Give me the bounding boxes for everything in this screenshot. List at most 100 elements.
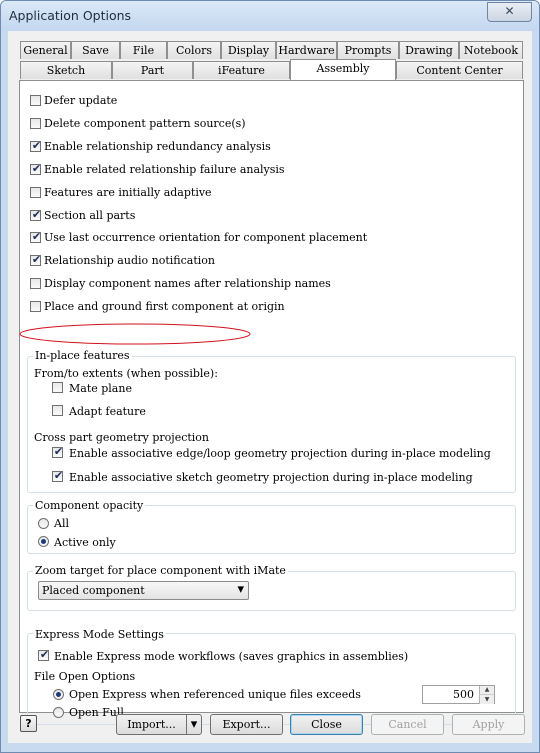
from-to-extents-label: From/to extents (when possible): — [34, 367, 218, 380]
edge-loop-projection-label: Enable associative edge/loop geometry pr… — [69, 447, 491, 460]
zoom-target-dropdown[interactable]: Placed component ▾ — [38, 581, 249, 600]
apply-button[interactable]: Apply — [452, 714, 525, 735]
spin-up-button[interactable]: ▲ — [479, 686, 494, 694]
export-button[interactable]: Export... — [210, 714, 283, 735]
help-button[interactable]: ? — [20, 715, 37, 732]
checkmark-icon: ✔ — [31, 230, 42, 244]
checkmark-icon: ✔ — [31, 138, 42, 152]
option-label-10: Place and ground first component at orig… — [44, 300, 285, 314]
tab-drawing[interactable]: Drawing — [399, 41, 459, 59]
sketch-projection-label: Enable associative sketch geometry proje… — [69, 471, 473, 484]
inplace-features-title: In-place features — [33, 349, 132, 362]
option-label-1: Defer update — [44, 94, 118, 107]
open-express-label: Open Express when referenced unique file… — [69, 688, 361, 701]
spin-down-icon: ▼ — [484, 696, 490, 703]
component-opacity-title: Component opacity — [33, 499, 146, 512]
tab-assembly[interactable]: Assembly — [290, 59, 396, 80]
option-label-5: Features are initially adaptive — [44, 185, 212, 199]
option-checkbox-7[interactable]: ✔ — [30, 230, 42, 244]
mate-plane-label: Mate plane — [69, 382, 132, 395]
option-checkbox-10[interactable] — [30, 301, 41, 313]
option-label-8: Relationship audio notification — [44, 254, 215, 268]
tab-general[interactable]: General — [20, 41, 71, 59]
express-mode-title: Express Mode Settings — [33, 628, 166, 641]
close-button[interactable]: Close — [290, 714, 363, 735]
cross-part-projection-label: Cross part geometry projection — [34, 431, 210, 444]
tab-ifeature[interactable]: iFeature — [193, 61, 290, 79]
checkmark-icon: ✔ — [39, 648, 50, 661]
mate-plane-checkbox[interactable] — [52, 382, 63, 393]
dialog-client-area: General Save File Colors Display Hardware Prom… — [8, 31, 532, 743]
window-title: Application Options — [9, 8, 132, 23]
tab-colors[interactable]: Colors — [167, 41, 221, 59]
option-label-4: Enable related relationship failure anal… — [44, 162, 285, 176]
tab-content-center[interactable]: Content Center — [396, 61, 523, 79]
close-label: Close — [311, 718, 342, 731]
checkmark-icon: ✔ — [31, 207, 42, 221]
zoom-target-title: Zoom target for place component with iMa… — [33, 564, 288, 577]
tab-prompts[interactable]: Prompts — [337, 41, 399, 59]
option-label-2: Delete component pattern source(s) — [44, 116, 246, 130]
close-icon: ✕ — [504, 4, 515, 18]
option-checkbox-2[interactable] — [30, 117, 41, 129]
apply-label: Apply — [472, 718, 505, 731]
checkmark-icon: ✔ — [31, 161, 42, 175]
title-bar: Application Options ✕ — [1, 1, 539, 31]
tab-hardware[interactable]: Hardware — [276, 41, 337, 59]
sketch-projection-checkbox[interactable]: ✔ — [52, 469, 64, 482]
help-icon: ? — [25, 717, 32, 730]
cancel-button[interactable]: Cancel — [371, 714, 444, 735]
enable-express-label: Enable Express mode workflows (saves gra… — [54, 650, 409, 663]
file-open-options-label: File Open Options — [34, 670, 136, 683]
annotation-circle — [19, 323, 251, 345]
tab-notebook[interactable]: Notebook — [459, 41, 523, 59]
checkmark-icon: ✔ — [53, 469, 64, 482]
annotation-ellipse — [19, 323, 251, 345]
enable-express-checkbox[interactable]: ✔ — [38, 648, 50, 661]
opacity-active-only-radio[interactable] — [38, 536, 49, 547]
option-checkbox-4[interactable]: ✔ — [30, 161, 42, 175]
chevron-down-icon: ▾ — [237, 582, 244, 597]
opacity-all-label: All — [54, 517, 69, 530]
checkmark-icon: ✔ — [53, 445, 64, 458]
spin-down-button[interactable]: ▼ — [479, 694, 494, 704]
option-label-7: Use last occurrence orientation for comp… — [44, 231, 368, 245]
radio-selected-dot — [41, 539, 46, 544]
radio-selected-dot — [56, 692, 61, 697]
opacity-active-only-label: Active only — [54, 536, 116, 549]
window-close-button[interactable]: ✕ — [487, 2, 532, 22]
tab-sketch[interactable]: Sketch — [20, 61, 112, 79]
option-checkbox-5[interactable] — [30, 186, 41, 198]
option-checkbox-1[interactable] — [30, 95, 41, 106]
adapt-feature-checkbox[interactable] — [52, 405, 63, 416]
option-label-6: Section all parts — [44, 208, 136, 222]
tab-file[interactable]: File — [120, 41, 167, 59]
tab-save[interactable]: Save — [71, 41, 120, 59]
import-label: Import... — [127, 718, 176, 731]
threshold-value: 500 — [453, 688, 474, 701]
option-checkbox-6[interactable]: ✔ — [30, 207, 42, 221]
options-window: Application Options ✕ General Save File Col… — [0, 0, 540, 753]
chevron-down-icon: ▾ — [190, 717, 198, 732]
zoom-target-value: Placed component — [42, 584, 145, 597]
spin-up-icon: ▲ — [484, 686, 490, 693]
cancel-label: Cancel — [388, 718, 427, 731]
open-full-radio[interactable] — [53, 707, 64, 718]
option-checkbox-8[interactable]: ✔ — [30, 253, 42, 267]
option-checkbox-9[interactable] — [30, 278, 41, 290]
assembly-tab-panel: Defer update Delete component pattern sou… — [19, 80, 524, 725]
import-dropdown-button[interactable]: ▾ — [186, 714, 202, 735]
import-button[interactable]: Import... — [116, 714, 187, 735]
threshold-spinner[interactable]: 500 ▲ ▼ — [422, 685, 495, 704]
checkmark-icon: ✔ — [31, 253, 42, 267]
tab-display[interactable]: Display — [221, 41, 276, 59]
option-label-9: Display component names after relationsh… — [44, 277, 331, 291]
option-label-3: Enable relationship redundancy analysis — [44, 139, 271, 153]
option-checkbox-3[interactable]: ✔ — [30, 138, 42, 152]
export-label: Export... — [222, 718, 271, 731]
edge-loop-projection-checkbox[interactable]: ✔ — [52, 445, 64, 458]
open-express-radio[interactable] — [53, 689, 64, 700]
adapt-feature-label: Adapt feature — [69, 405, 146, 418]
opacity-all-radio[interactable] — [38, 518, 49, 529]
tab-part[interactable]: Part — [112, 61, 193, 79]
